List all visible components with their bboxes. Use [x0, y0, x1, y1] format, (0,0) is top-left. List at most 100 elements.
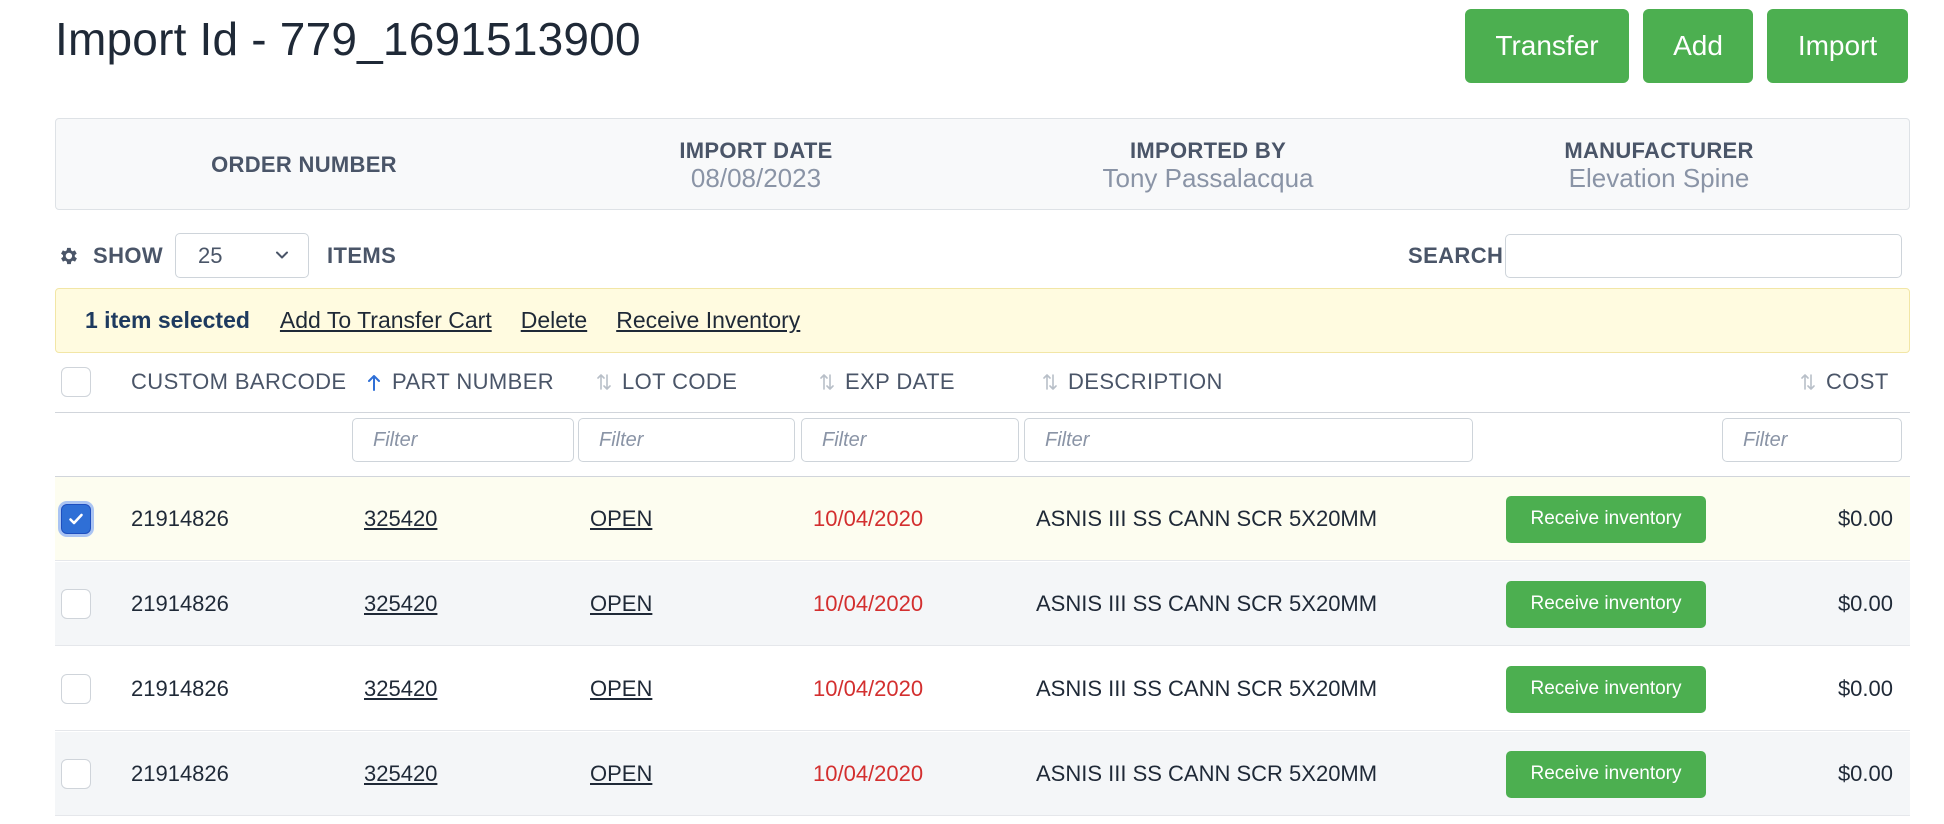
exp-date-header-label: EXP DATE: [845, 369, 955, 394]
description-filter[interactable]: [1024, 418, 1473, 462]
cost-filter[interactable]: [1722, 418, 1902, 462]
action-cell: Receive inventory: [1506, 732, 1706, 816]
selected-count: 1 item selected: [85, 307, 250, 333]
part-number-link[interactable]: 325420: [364, 477, 437, 561]
custom-barcode-header-label: CUSTOM BARCODE: [131, 369, 347, 394]
column-header-description[interactable]: DESCRIPTION: [1042, 362, 1223, 402]
exp-date-cell: 10/04/2020: [813, 506, 924, 531]
table-row[interactable]: 21914826 325420 OPEN 10/04/2020 ASNIS II…: [55, 647, 1910, 731]
sort-icon: [597, 374, 611, 390]
delete-link[interactable]: Delete: [521, 307, 587, 334]
manufacturer-field: MANUFACTURER Elevation Spine: [1564, 119, 1753, 211]
gear-icon[interactable]: [57, 245, 79, 267]
receive-inventory-button[interactable]: Receive inventory: [1506, 665, 1706, 713]
part-number-header-label: PART NUMBER: [392, 369, 555, 394]
import-info-card: ORDER NUMBER IMPORT DATE 08/08/2023 IMPO…: [55, 118, 1910, 210]
receive-inventory-button[interactable]: Receive inventory: [1506, 750, 1706, 798]
page-size-value: 25: [198, 242, 223, 268]
lot-code-link[interactable]: OPEN: [590, 732, 652, 816]
sort-ascending-icon: [368, 375, 380, 391]
row-checkbox[interactable]: [61, 589, 91, 619]
description-cell: ASNIS III SS CANN SCR 5X20MM: [1036, 506, 1378, 531]
exp-date-cell: 10/04/2020: [813, 676, 924, 701]
row-checkbox[interactable]: [61, 504, 91, 534]
action-cell: Receive inventory: [1506, 562, 1706, 646]
action-cell: Receive inventory: [1506, 647, 1706, 731]
items-label-wrap: ITEMS: [327, 233, 396, 279]
order-number-label: ORDER NUMBER: [211, 152, 397, 177]
manufacturer-value: Elevation Spine: [1568, 163, 1750, 193]
show-label: SHOW: [93, 243, 164, 268]
row-select-cell: [61, 732, 91, 816]
action-cell: Receive inventory: [1506, 477, 1706, 561]
imported-by-field: IMPORTED BY Tony Passalacqua: [1102, 119, 1313, 211]
sort-icon: [1801, 374, 1815, 390]
lot-code-link[interactable]: OPEN: [590, 647, 652, 731]
part-number-filter[interactable]: [352, 418, 574, 462]
order-number-field: ORDER NUMBER: [211, 119, 397, 211]
exp-date-cell: 10/04/2020: [813, 761, 924, 786]
row-checkbox[interactable]: [61, 759, 91, 789]
search-input[interactable]: [1505, 234, 1902, 278]
search-label-wrap: SEARCH: [1408, 233, 1503, 279]
import-date-label: IMPORT DATE: [679, 138, 833, 163]
import-date-field: IMPORT DATE 08/08/2023: [679, 119, 832, 211]
cost-cell: $0.00: [1837, 591, 1893, 616]
imported-by-label: IMPORTED BY: [1129, 138, 1287, 163]
selection-bar: 1 item selected Add To Transfer Cart Del…: [55, 288, 1910, 353]
exp-date-filter[interactable]: [801, 418, 1019, 462]
sort-icon: [1043, 374, 1057, 390]
lot-code-link[interactable]: OPEN: [590, 562, 652, 646]
cost-cell: $0.00: [1837, 761, 1893, 786]
barcode-cell: 21914826: [131, 506, 229, 531]
table-row[interactable]: 21914826 325420 OPEN 10/04/2020 ASNIS II…: [55, 477, 1910, 561]
select-all-checkbox[interactable]: [61, 367, 91, 397]
search-label: SEARCH: [1408, 243, 1504, 268]
header-divider: [55, 412, 1910, 413]
column-header-exp-date[interactable]: EXP DATE: [819, 362, 955, 402]
lot-code-link[interactable]: OPEN: [590, 477, 652, 561]
table-row[interactable]: 21914826 325420 OPEN 10/04/2020 ASNIS II…: [55, 562, 1910, 646]
checkmark-icon: [69, 513, 83, 525]
column-header-part-number[interactable]: PART NUMBER: [366, 362, 554, 402]
add-to-transfer-cart-link[interactable]: Add To Transfer Cart: [280, 307, 492, 334]
cost-cell: $0.00: [1837, 506, 1893, 531]
import-button[interactable]: Import: [1767, 9, 1908, 83]
items-label: ITEMS: [327, 243, 397, 268]
import-date-value: 08/08/2023: [690, 163, 822, 193]
column-header-cost[interactable]: COST: [1800, 362, 1889, 402]
description-cell: ASNIS III SS CANN SCR 5X20MM: [1036, 676, 1378, 701]
add-button[interactable]: Add: [1643, 9, 1753, 83]
lot-code-header-label: LOT CODE: [622, 369, 738, 394]
part-number-link[interactable]: 325420: [364, 732, 437, 816]
manufacturer-label: MANUFACTURER: [1564, 138, 1754, 163]
receive-inventory-link[interactable]: Receive Inventory: [616, 307, 800, 334]
page-title: Import Id - 779_1691513900: [55, 13, 641, 65]
receive-inventory-button[interactable]: Receive inventory: [1506, 495, 1706, 543]
row-select-cell: [61, 647, 91, 731]
lot-code-filter[interactable]: [578, 418, 795, 462]
column-header-lot-code[interactable]: LOT CODE: [596, 362, 737, 402]
barcode-cell: 21914826: [131, 761, 229, 786]
receive-inventory-button[interactable]: Receive inventory: [1506, 580, 1706, 628]
description-cell: ASNIS III SS CANN SCR 5X20MM: [1036, 761, 1378, 786]
column-header-custom-barcode[interactable]: CUSTOM BARCODE: [131, 362, 346, 402]
part-number-link[interactable]: 325420: [364, 647, 437, 731]
description-header-label: DESCRIPTION: [1068, 369, 1223, 394]
row-select-cell: [61, 477, 91, 561]
exp-date-cell: 10/04/2020: [813, 591, 924, 616]
cost-header-label: COST: [1826, 369, 1889, 394]
part-number-link[interactable]: 325420: [364, 562, 437, 646]
page-size-select[interactable]: 25: [175, 233, 309, 278]
sort-icon: [820, 374, 834, 390]
table-row[interactable]: 21914826 325420 OPEN 10/04/2020 ASNIS II…: [55, 732, 1910, 816]
cost-cell: $0.00: [1837, 676, 1893, 701]
row-select-cell: [61, 562, 91, 646]
row-checkbox[interactable]: [61, 674, 91, 704]
chevron-down-icon: [276, 251, 288, 259]
select-all-cell: [61, 362, 91, 402]
imported-by-value: Tony Passalacqua: [1102, 163, 1314, 193]
barcode-cell: 21914826: [131, 676, 229, 701]
transfer-button[interactable]: Transfer: [1465, 9, 1629, 83]
show-control: SHOW: [57, 233, 163, 279]
